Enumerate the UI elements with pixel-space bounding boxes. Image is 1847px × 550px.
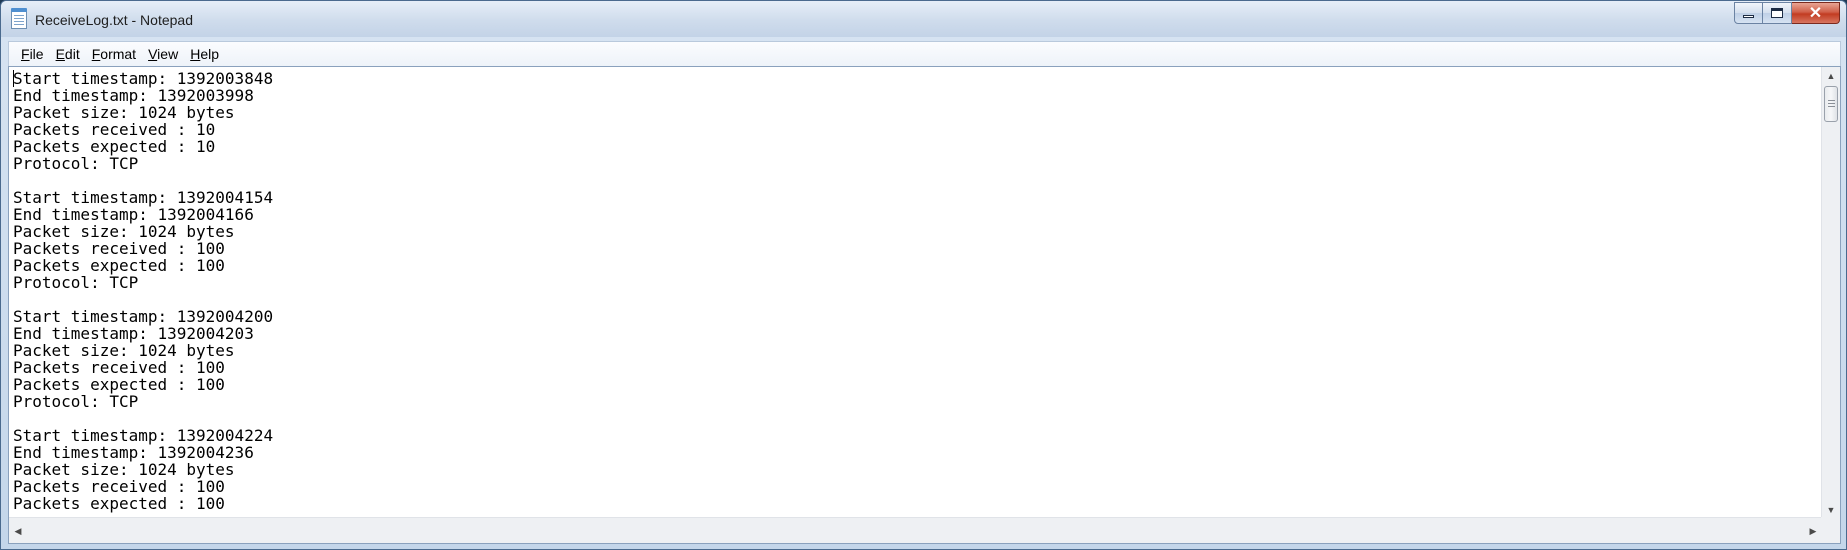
title-bar[interactable]: ReceiveLog.txt - Notepad ✕	[1, 1, 1846, 37]
text-line: Packets expected : 100	[13, 256, 225, 275]
menu-edit[interactable]: Edit	[50, 46, 86, 62]
notepad-icon[interactable]	[11, 8, 27, 29]
grip-line	[1828, 100, 1835, 101]
text-line: Packet size: 1024 bytes	[13, 341, 235, 360]
menu-edit-accel: E	[55, 46, 65, 62]
notepad-window: ReceiveLog.txt - Notepad ✕ File Edit For…	[0, 0, 1847, 550]
scroll-down-button[interactable]: ▼	[1822, 501, 1840, 518]
text-line: Packets received : 100	[13, 477, 225, 496]
window-controls: ✕	[1734, 2, 1840, 24]
grip-line	[1828, 106, 1835, 107]
menu-view-label: iew	[157, 46, 179, 62]
text-line: Start timestamp: 1392004200	[13, 307, 274, 326]
left-arrow-icon: ◀	[14, 526, 22, 536]
menu-bar: File Edit Format View Help	[8, 41, 1841, 66]
up-arrow-icon: ▲	[1826, 70, 1836, 81]
text-line	[13, 410, 1822, 427]
text-line: Packets expected : 100	[13, 375, 225, 394]
text-line: Protocol: TCP	[13, 273, 139, 292]
grip-line	[1828, 103, 1835, 104]
text-line	[13, 291, 1822, 308]
text-line: Packets expected : 100	[13, 494, 225, 513]
scroll-right-button[interactable]: ▶	[1804, 523, 1822, 540]
scroll-left-button[interactable]: ◀	[9, 523, 27, 540]
text-line: End timestamp: 1392004166	[13, 205, 254, 224]
close-button[interactable]: ✕	[1792, 2, 1840, 24]
menu-help-label: elp	[200, 46, 219, 62]
menu-help[interactable]: Help	[184, 46, 225, 62]
vertical-scrollbar[interactable]: ▲ ▼	[1821, 67, 1840, 518]
menu-format[interactable]: Format	[86, 46, 142, 62]
menu-help-accel: H	[190, 46, 201, 62]
minimize-icon	[1743, 14, 1754, 18]
text-line: End timestamp: 1392004236	[13, 443, 254, 462]
text-line: Packet size: 1024 bytes	[13, 103, 235, 122]
text-line: Packets received : 100	[13, 358, 225, 377]
menu-view[interactable]: View	[142, 46, 184, 62]
text-line: Packets received : 10	[13, 120, 216, 139]
text-line: Start timestamp: 1392004154	[13, 188, 274, 207]
text-line: Packets expected : 10	[13, 137, 216, 156]
horizontal-scrollbar[interactable]: ◀ ▶	[9, 517, 1822, 543]
text-line: Start timestamp: 1392003848	[13, 69, 274, 88]
maximize-button[interactable]	[1763, 2, 1792, 24]
menu-file[interactable]: File	[15, 46, 50, 62]
text-caret	[13, 70, 14, 87]
text-content[interactable]: Start timestamp: 1392003848 End timestamp…	[9, 67, 1822, 518]
text-line: Start timestamp: 1392004224	[13, 426, 274, 445]
text-line: Packet size: 1024 bytes	[13, 222, 235, 241]
down-arrow-icon: ▼	[1826, 504, 1836, 515]
text-line: End timestamp: 1392004203	[13, 324, 254, 343]
text-line	[13, 172, 1822, 189]
text-line: Protocol: TCP	[13, 392, 139, 411]
maximize-icon	[1771, 8, 1783, 18]
menu-format-accel: F	[91, 46, 101, 62]
scroll-up-button[interactable]: ▲	[1822, 67, 1840, 84]
minimize-button[interactable]	[1734, 2, 1763, 24]
menu-view-accel: V	[148, 46, 158, 62]
window-title: ReceiveLog.txt - Notepad	[35, 12, 193, 28]
menu-edit-label: dit	[64, 46, 80, 62]
menu-format-label: ormat	[100, 46, 137, 62]
text-line: Packets received : 100	[13, 239, 225, 258]
text-line: End timestamp: 1392003998	[13, 86, 254, 105]
menu-file-label: ile	[29, 46, 44, 62]
vertical-scroll-thumb[interactable]	[1824, 86, 1838, 122]
text-line: Protocol: TCP	[13, 154, 139, 173]
editor-area[interactable]: Start timestamp: 1392003848 End timestamp…	[8, 66, 1841, 544]
menu-file-accel: F	[21, 46, 30, 62]
right-arrow-icon: ▶	[1809, 526, 1817, 536]
close-icon: ✕	[1808, 5, 1823, 22]
text-line: Packet size: 1024 bytes	[13, 460, 235, 479]
scrollbar-corner	[1821, 517, 1840, 543]
